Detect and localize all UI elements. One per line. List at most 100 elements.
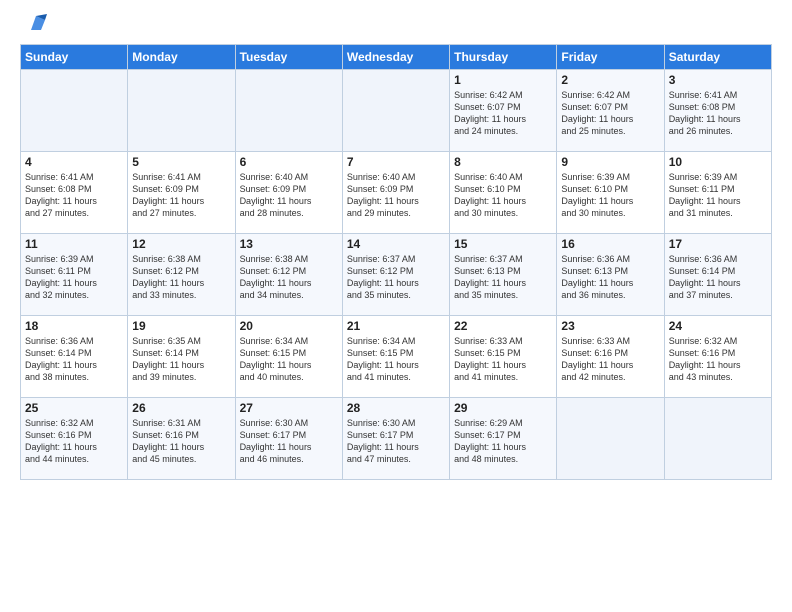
cell-info: Sunrise: 6:32 AM Sunset: 6:16 PM Dayligh… xyxy=(669,335,767,384)
day-number: 9 xyxy=(561,155,659,169)
calendar-cell: 23 Sunrise: 6:33 AM Sunset: 6:16 PM Dayli… xyxy=(557,316,664,398)
day-number: 13 xyxy=(240,237,338,251)
calendar-cell xyxy=(664,398,771,480)
cell-info: Sunrise: 6:42 AM Sunset: 6:07 PM Dayligh… xyxy=(454,89,552,138)
cell-info: Sunrise: 6:33 AM Sunset: 6:15 PM Dayligh… xyxy=(454,335,552,384)
day-number: 20 xyxy=(240,319,338,333)
calendar-cell xyxy=(235,70,342,152)
calendar-cell: 22Sunrise: 6:33 AM Sunset: 6:15 PM Dayli… xyxy=(450,316,557,398)
calendar-cell xyxy=(342,70,449,152)
cell-info: Sunrise: 6:39 AM Sunset: 6:11 PM Dayligh… xyxy=(669,171,767,220)
calendar-cell: 5 Sunrise: 6:41 AM Sunset: 6:09 PM Daylig… xyxy=(128,152,235,234)
calendar-week-row: 11 Sunrise: 6:39 AM Sunset: 6:11 PM Dayli… xyxy=(21,234,772,316)
cell-info: Sunrise: 6:33 AM Sunset: 6:16 PM Dayligh… xyxy=(561,335,659,384)
calendar-cell: 26 Sunrise: 6:31 AM Sunset: 6:16 PM Dayli… xyxy=(128,398,235,480)
calendar-cell: 8 Sunrise: 6:40 AM Sunset: 6:10 PM Daylig… xyxy=(450,152,557,234)
cell-info: Sunrise: 6:40 AM Sunset: 6:10 PM Dayligh… xyxy=(454,171,552,220)
cell-info: Sunrise: 6:42 AM Sunset: 6:07 PM Dayligh… xyxy=(561,89,659,138)
cell-info: Sunrise: 6:30 AM Sunset: 6:17 PM Dayligh… xyxy=(347,417,445,466)
calendar-day-header: Friday xyxy=(557,45,664,70)
calendar-cell: 14 Sunrise: 6:37 AM Sunset: 6:12 PM Dayli… xyxy=(342,234,449,316)
day-number: 3 xyxy=(669,73,767,87)
day-number: 21 xyxy=(347,319,445,333)
day-number: 17 xyxy=(669,237,767,251)
calendar-day-header: Sunday xyxy=(21,45,128,70)
calendar-week-row: 25 Sunrise: 6:32 AM Sunset: 6:16 PM Dayli… xyxy=(21,398,772,480)
day-number: 11 xyxy=(25,237,123,251)
calendar-cell xyxy=(128,70,235,152)
calendar-cell: 20 Sunrise: 6:34 AM Sunset: 6:15 PM Dayli… xyxy=(235,316,342,398)
cell-info: Sunrise: 6:38 AM Sunset: 6:12 PM Dayligh… xyxy=(132,253,230,302)
calendar-day-header: Thursday xyxy=(450,45,557,70)
calendar-cell: 1 Sunrise: 6:42 AM Sunset: 6:07 PM Daylig… xyxy=(450,70,557,152)
cell-info: Sunrise: 6:36 AM Sunset: 6:14 PM Dayligh… xyxy=(25,335,123,384)
calendar-cell: 17 Sunrise: 6:36 AM Sunset: 6:14 PM Dayli… xyxy=(664,234,771,316)
day-number: 27 xyxy=(240,401,338,415)
calendar-day-header: Wednesday xyxy=(342,45,449,70)
day-number: 25 xyxy=(25,401,123,415)
calendar-cell: 24 Sunrise: 6:32 AM Sunset: 6:16 PM Dayli… xyxy=(664,316,771,398)
cell-info: Sunrise: 6:40 AM Sunset: 6:09 PM Dayligh… xyxy=(347,171,445,220)
calendar-cell: 25 Sunrise: 6:32 AM Sunset: 6:16 PM Dayli… xyxy=(21,398,128,480)
calendar-cell: 27 Sunrise: 6:30 AM Sunset: 6:17 PM Dayli… xyxy=(235,398,342,480)
calendar-cell: 3 Sunrise: 6:41 AM Sunset: 6:08 PM Daylig… xyxy=(664,70,771,152)
page: SundayMondayTuesdayWednesdayThursdayFrid… xyxy=(0,0,792,612)
cell-info: Sunrise: 6:30 AM Sunset: 6:17 PM Dayligh… xyxy=(240,417,338,466)
cell-info: Sunrise: 6:36 AM Sunset: 6:14 PM Dayligh… xyxy=(669,253,767,302)
day-number: 14 xyxy=(347,237,445,251)
calendar-cell: 6Sunrise: 6:40 AM Sunset: 6:09 PM Daylig… xyxy=(235,152,342,234)
cell-info: Sunrise: 6:37 AM Sunset: 6:12 PM Dayligh… xyxy=(347,253,445,302)
cell-info: Sunrise: 6:41 AM Sunset: 6:08 PM Dayligh… xyxy=(25,171,123,220)
calendar-cell: 28 Sunrise: 6:30 AM Sunset: 6:17 PM Dayli… xyxy=(342,398,449,480)
cell-info: Sunrise: 6:29 AM Sunset: 6:17 PM Dayligh… xyxy=(454,417,552,466)
cell-info: Sunrise: 6:40 AM Sunset: 6:09 PM Dayligh… xyxy=(240,171,338,220)
day-number: 23 xyxy=(561,319,659,333)
cell-info: Sunrise: 6:34 AM Sunset: 6:15 PM Dayligh… xyxy=(347,335,445,384)
calendar-week-row: 1 Sunrise: 6:42 AM Sunset: 6:07 PM Daylig… xyxy=(21,70,772,152)
calendar-week-row: 18 Sunrise: 6:36 AM Sunset: 6:14 PM Dayli… xyxy=(21,316,772,398)
calendar-cell: 15Sunrise: 6:37 AM Sunset: 6:13 PM Dayli… xyxy=(450,234,557,316)
calendar-day-header: Tuesday xyxy=(235,45,342,70)
cell-info: Sunrise: 6:38 AM Sunset: 6:12 PM Dayligh… xyxy=(240,253,338,302)
calendar-cell: 2Sunrise: 6:42 AM Sunset: 6:07 PM Daylig… xyxy=(557,70,664,152)
day-number: 19 xyxy=(132,319,230,333)
cell-info: Sunrise: 6:36 AM Sunset: 6:13 PM Dayligh… xyxy=(561,253,659,302)
calendar-cell: 10 Sunrise: 6:39 AM Sunset: 6:11 PM Dayli… xyxy=(664,152,771,234)
cell-info: Sunrise: 6:39 AM Sunset: 6:11 PM Dayligh… xyxy=(25,253,123,302)
calendar-cell: 19 Sunrise: 6:35 AM Sunset: 6:14 PM Dayli… xyxy=(128,316,235,398)
day-number: 1 xyxy=(454,73,552,87)
calendar-cell: 9 Sunrise: 6:39 AM Sunset: 6:10 PM Daylig… xyxy=(557,152,664,234)
calendar-cell: 12 Sunrise: 6:38 AM Sunset: 6:12 PM Dayli… xyxy=(128,234,235,316)
day-number: 7 xyxy=(347,155,445,169)
logo-icon xyxy=(23,12,49,38)
cell-info: Sunrise: 6:41 AM Sunset: 6:08 PM Dayligh… xyxy=(669,89,767,138)
cell-info: Sunrise: 6:39 AM Sunset: 6:10 PM Dayligh… xyxy=(561,171,659,220)
calendar-cell: 18 Sunrise: 6:36 AM Sunset: 6:14 PM Dayli… xyxy=(21,316,128,398)
cell-info: Sunrise: 6:32 AM Sunset: 6:16 PM Dayligh… xyxy=(25,417,123,466)
calendar-header-row: SundayMondayTuesdayWednesdayThursdayFrid… xyxy=(21,45,772,70)
day-number: 8 xyxy=(454,155,552,169)
header xyxy=(20,18,772,38)
logo xyxy=(20,18,49,38)
cell-info: Sunrise: 6:31 AM Sunset: 6:16 PM Dayligh… xyxy=(132,417,230,466)
calendar-cell: 4 Sunrise: 6:41 AM Sunset: 6:08 PM Daylig… xyxy=(21,152,128,234)
cell-info: Sunrise: 6:34 AM Sunset: 6:15 PM Dayligh… xyxy=(240,335,338,384)
day-number: 18 xyxy=(25,319,123,333)
calendar-day-header: Monday xyxy=(128,45,235,70)
calendar-cell: 21 Sunrise: 6:34 AM Sunset: 6:15 PM Dayli… xyxy=(342,316,449,398)
calendar-week-row: 4 Sunrise: 6:41 AM Sunset: 6:08 PM Daylig… xyxy=(21,152,772,234)
cell-info: Sunrise: 6:37 AM Sunset: 6:13 PM Dayligh… xyxy=(454,253,552,302)
cell-info: Sunrise: 6:41 AM Sunset: 6:09 PM Dayligh… xyxy=(132,171,230,220)
day-number: 24 xyxy=(669,319,767,333)
calendar-table: SundayMondayTuesdayWednesdayThursdayFrid… xyxy=(20,44,772,480)
day-number: 28 xyxy=(347,401,445,415)
cell-info: Sunrise: 6:35 AM Sunset: 6:14 PM Dayligh… xyxy=(132,335,230,384)
calendar-cell: 16 Sunrise: 6:36 AM Sunset: 6:13 PM Dayli… xyxy=(557,234,664,316)
day-number: 4 xyxy=(25,155,123,169)
calendar-day-header: Saturday xyxy=(664,45,771,70)
day-number: 10 xyxy=(669,155,767,169)
day-number: 5 xyxy=(132,155,230,169)
day-number: 26 xyxy=(132,401,230,415)
day-number: 16 xyxy=(561,237,659,251)
day-number: 12 xyxy=(132,237,230,251)
